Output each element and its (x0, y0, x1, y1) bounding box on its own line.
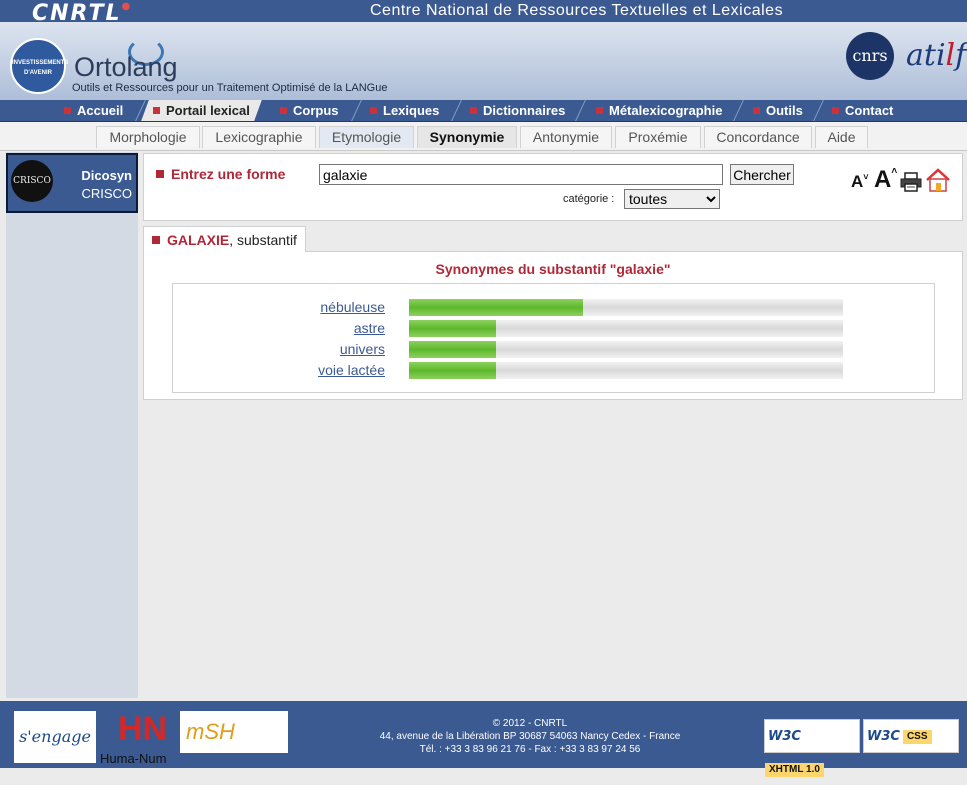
sub-tabs: Morphologie Lexicographie Etymologie Syn… (0, 122, 967, 151)
europe-lorraine-logo[interactable]: s'engage (14, 711, 96, 763)
cnrtl-logo[interactable]: CNRTL● (32, 1, 132, 26)
category-label: catégorie : (563, 193, 615, 205)
synonym-link-astre[interactable]: astre (354, 320, 385, 336)
main-menu: Accueil Portail lexical Corpus Lexiques … (0, 100, 967, 122)
search-input[interactable] (319, 164, 723, 185)
atilf-logo[interactable]: atilf (906, 38, 966, 73)
font-smaller-button[interactable]: A˅ (851, 172, 869, 192)
home-icon[interactable] (925, 167, 951, 193)
menu-item-metalexicographie[interactable]: Métalexicographie (596, 100, 722, 121)
tab-etymologie[interactable]: Etymologie (319, 126, 414, 148)
menu-item-lexiques[interactable]: Lexiques (370, 100, 439, 121)
result-tab[interactable]: GALAXIE, substantif (143, 226, 306, 252)
investissements-avenir-logo[interactable]: INVESTISSEMENTS D'AVENIR (10, 38, 68, 94)
dicosyn-label: Dicosyn (81, 168, 132, 183)
sidebar: CRISCO Dicosyn CRISCO (6, 152, 138, 698)
synonym-score-fill (409, 299, 583, 316)
synonym-score-fill (409, 320, 496, 337)
menu-item-outils[interactable]: Outils (753, 100, 803, 121)
footer-info: © 2012 - CNRTL 44, avenue de la Libérati… (330, 717, 730, 756)
synonym-link-nebuleuse[interactable]: nébuleuse (320, 299, 385, 315)
search-label: Entrez une forme (156, 166, 285, 182)
synonym-score-bar (409, 362, 843, 379)
font-larger-button[interactable]: A˄ (874, 166, 897, 194)
tab-proxemie[interactable]: Proxémie (615, 126, 701, 148)
menu-item-accueil[interactable]: Accueil (64, 100, 123, 121)
footer-copyright: © 2012 - CNRTL (492, 718, 568, 729)
menu-item-portail-lexical[interactable]: Portail lexical (141, 100, 262, 121)
synonym-score-bar (409, 341, 843, 358)
tab-antonymie[interactable]: Antonymie (520, 126, 612, 148)
tab-synonymie[interactable]: Synonymie (417, 126, 517, 148)
menu-item-contact[interactable]: Contact (832, 100, 893, 121)
synonym-score-bar (409, 299, 843, 316)
huma-num-logo[interactable]: HN Huma-Num (100, 711, 178, 767)
tab-concordance[interactable]: Concordance (704, 126, 812, 148)
tab-morphologie[interactable]: Morphologie (96, 126, 200, 148)
footer-address: 44, avenue de la Libération BP 30687 540… (379, 731, 681, 742)
site-footer: s'engage HN Huma-Num mSH © 2012 - CNRTL 4… (0, 701, 967, 777)
synonym-score-fill (409, 362, 496, 379)
footer-phone: Tél. : +33 3 83 96 21 76 - Fax : +33 3 8… (419, 744, 641, 755)
result-word: GALAXIE (167, 232, 230, 248)
cnrs-logo[interactable]: cnrs (846, 32, 894, 80)
search-button[interactable]: Chercher (730, 164, 794, 185)
msh-lorraine-logo[interactable]: mSH (180, 711, 288, 753)
print-icon[interactable] (900, 172, 922, 192)
result-panel: Synonymes du substantif "galaxie" nébule… (143, 251, 963, 400)
category-select[interactable]: toutes (624, 189, 720, 209)
site-title: Centre National de Ressources Textuelles… (370, 2, 784, 19)
synonym-link-voie-lactee[interactable]: voie lactée (318, 362, 385, 378)
sidebar-item-dicosyn[interactable]: CRISCO Dicosyn CRISCO (6, 153, 138, 213)
search-panel: Entrez une forme Chercher catégorie : to… (143, 153, 963, 221)
header-topbar: CNRTL● Centre National de Ressources Tex… (0, 0, 967, 26)
ortolang-subtitle: Outils et Ressources pour un Traitement … (72, 82, 388, 94)
tab-lexicographie[interactable]: Lexicographie (202, 126, 316, 148)
result-title: Synonymes du substantif "galaxie" (435, 261, 671, 277)
red-square-bullet-icon (156, 170, 164, 178)
menu-item-corpus[interactable]: Corpus (280, 100, 339, 121)
w3c-css-badge[interactable]: W3C CSS (863, 719, 959, 753)
tab-aide[interactable]: Aide (815, 126, 868, 148)
cnrtl-logo-text: CNRTL (32, 1, 122, 26)
site-header: CNRTL● Centre National de Ressources Tex… (0, 0, 967, 100)
crisco-logo: CRISCO (11, 160, 53, 202)
red-square-bullet-icon (152, 236, 160, 244)
synonym-list: nébuleuse astre univers voie lactée (172, 283, 935, 393)
menu-item-dictionnaires[interactable]: Dictionnaires (470, 100, 565, 121)
dicosyn-source: CRISCO (81, 186, 132, 201)
synonym-score-fill (409, 341, 496, 358)
result-pos: , substantif (229, 232, 297, 248)
synonym-link-univers[interactable]: univers (340, 341, 385, 357)
ortolang-logo[interactable]: Ortolang (74, 52, 178, 83)
w3c-xhtml-badge[interactable]: W3CXHTML 1.0 (764, 719, 860, 777)
synonym-score-bar (409, 320, 843, 337)
